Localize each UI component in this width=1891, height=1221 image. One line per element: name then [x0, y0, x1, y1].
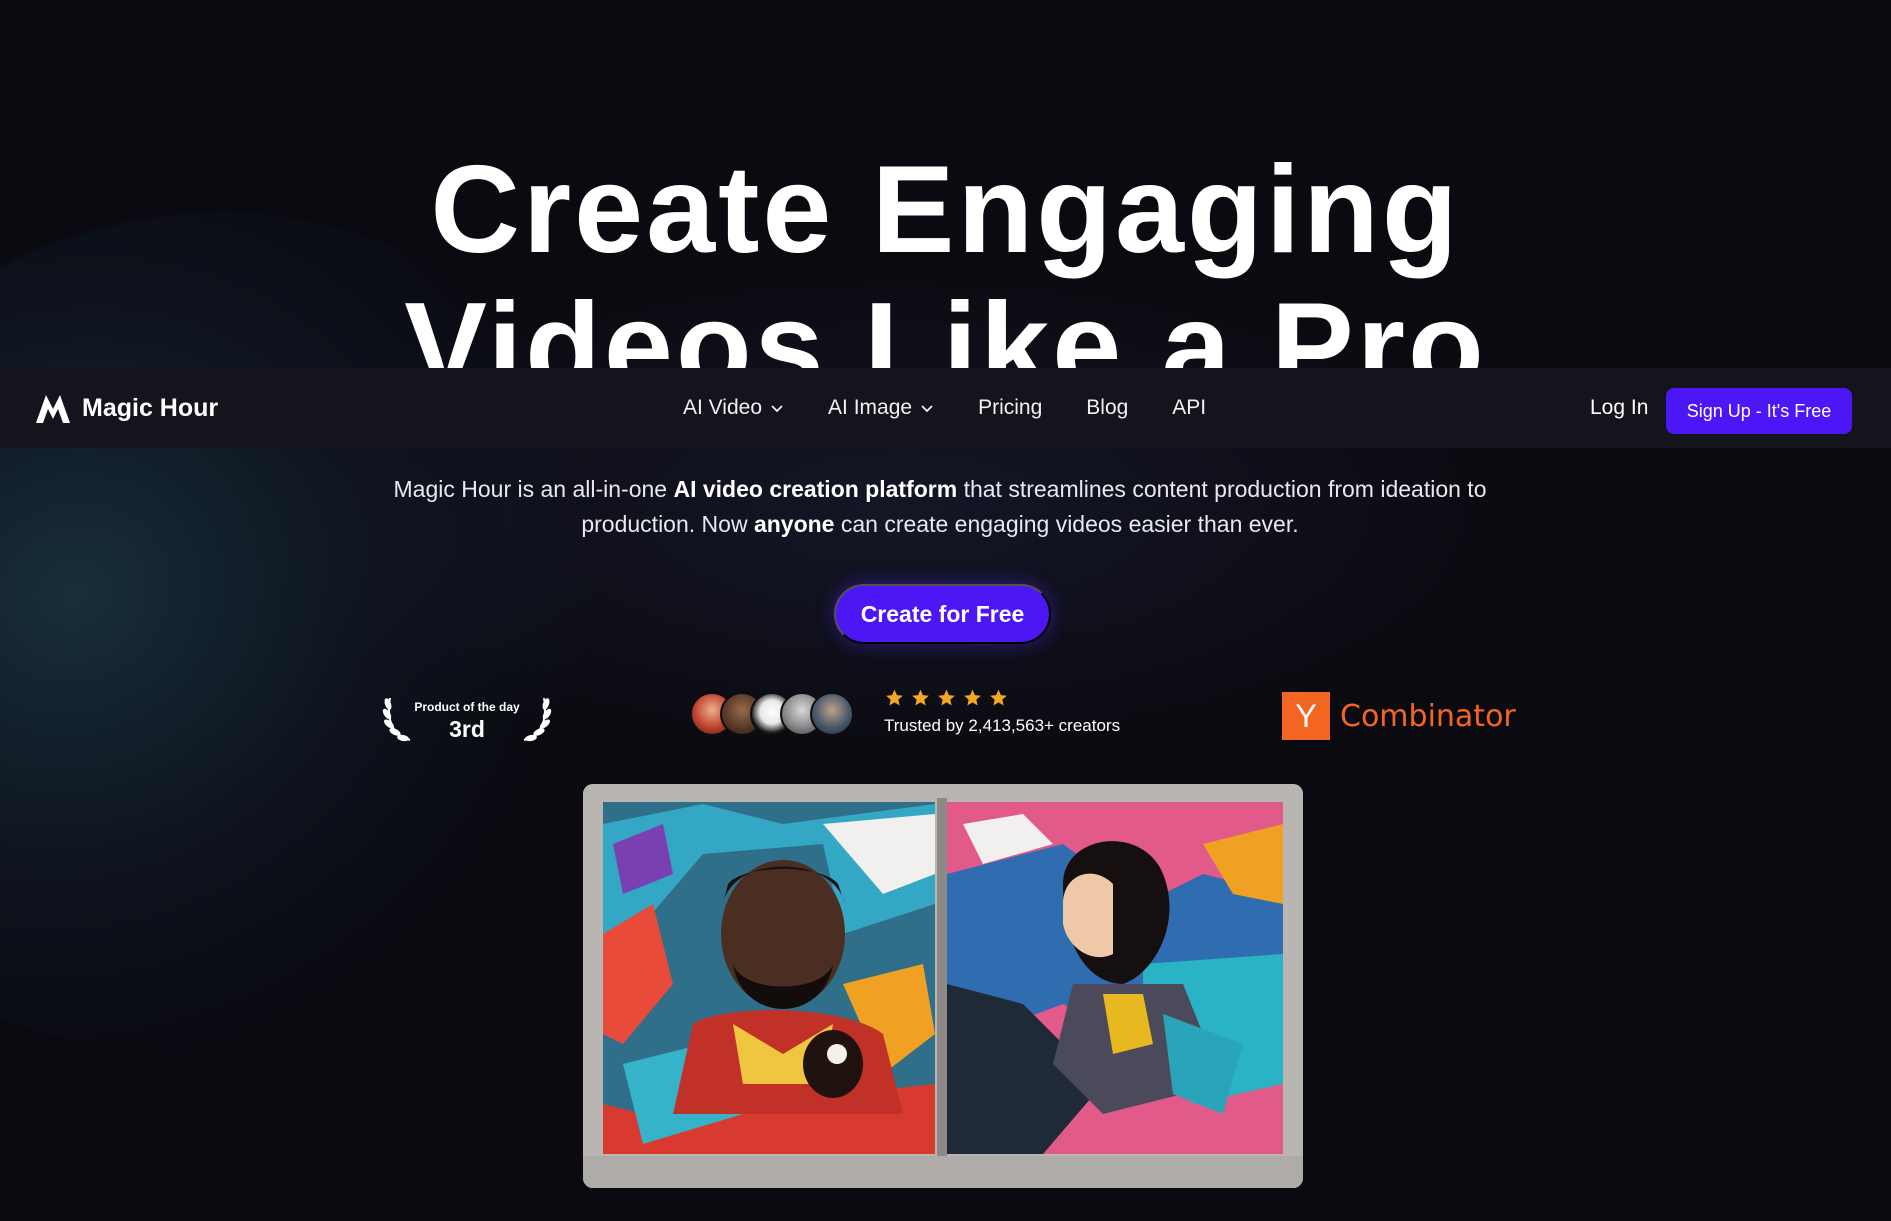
product-of-the-day-badge[interactable]: Product of the day 3rd: [382, 686, 552, 746]
chevron-down-icon: [921, 405, 933, 413]
nav-item-api[interactable]: API: [1172, 396, 1206, 420]
brand-link[interactable]: Magic Hour: [34, 368, 218, 448]
y-combinator-text: Combinator: [1340, 698, 1516, 734]
y-combinator-logo: Y: [1282, 692, 1330, 740]
avatar: [810, 692, 854, 736]
create-for-free-button[interactable]: Create for Free: [834, 584, 1051, 644]
star-icon: [912, 689, 929, 706]
product-of-the-day-label: Product of the day: [414, 700, 520, 714]
hero-title-line-2-clip: Videos Like a Pro: [0, 280, 1891, 368]
nav-item-ai-image[interactable]: AI Image: [828, 396, 934, 420]
nav-item-label: Blog: [1086, 396, 1129, 419]
hero-title-line-1: Create Engaging: [430, 141, 1461, 279]
nav-item-label: AI Image: [828, 396, 913, 419]
nav-item-blog[interactable]: Blog: [1086, 396, 1128, 420]
hero-description: Magic Hour is an all-in-one AI video cre…: [360, 472, 1520, 542]
nav-item-ai-video[interactable]: AI Video: [683, 396, 784, 420]
signup-button[interactable]: Sign Up - It's Free: [1666, 388, 1852, 434]
nav-item-pricing[interactable]: Pricing: [978, 396, 1042, 420]
star-icon: [964, 689, 981, 706]
magic-hour-logo-icon: [36, 395, 70, 423]
description-bold-text: anyone: [753, 511, 835, 537]
nav-item-label: AI Video: [683, 396, 763, 419]
hero-video-preview[interactable]: [583, 784, 1303, 1188]
star-icon: [938, 689, 955, 706]
y-combinator-badge[interactable]: Y Combinator: [1282, 692, 1516, 740]
laurel-icon: [382, 697, 411, 742]
hero-artwork-image: [583, 784, 1303, 1188]
nav-links: AI Video AI Image Pricing Blog API: [683, 368, 1250, 448]
trusted-by-text: Trusted by 2,413,563+ creators: [884, 716, 1121, 735]
login-link[interactable]: Log In: [1590, 368, 1648, 448]
rating-stars: [884, 688, 1009, 708]
hero-title-line-2: Videos Like a Pro: [404, 280, 1487, 368]
description-text: Magic Hour is an all-in-one: [393, 476, 674, 502]
top-navbar: Magic Hour AI Video AI Image Pricing Blo…: [0, 368, 1891, 448]
star-icon: [886, 689, 903, 706]
brand-name: Magic Hour: [82, 393, 219, 422]
creator-avatars: [690, 692, 860, 736]
product-of-the-day-rank: 3rd: [449, 716, 485, 742]
description-text: can create engaging videos easier than e…: [834, 511, 1299, 537]
nav-item-label: Pricing: [978, 396, 1043, 419]
star-icon: [990, 689, 1007, 706]
laurel-icon: [523, 697, 552, 742]
nav-item-label: API: [1172, 396, 1207, 419]
description-bold-text: AI video creation platform: [673, 476, 958, 502]
chevron-down-icon: [771, 405, 783, 413]
